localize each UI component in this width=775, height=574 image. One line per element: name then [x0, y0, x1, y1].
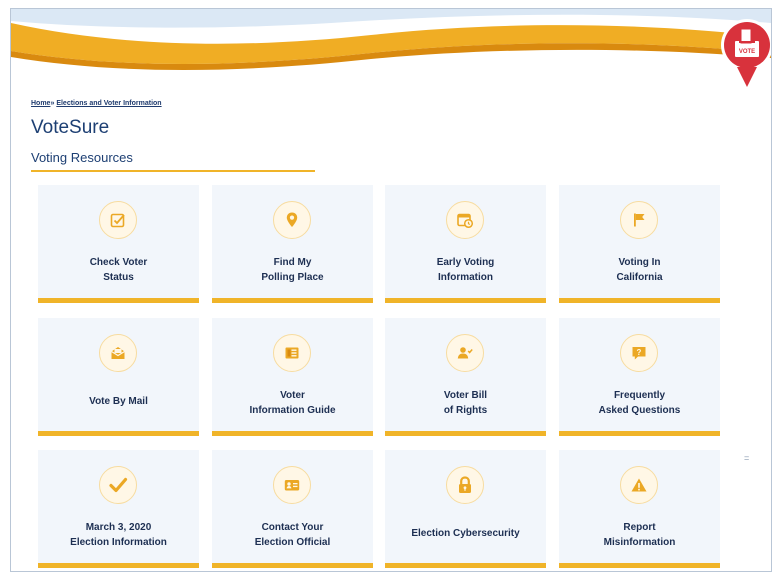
tile-voting-in-california[interactable]: Voting In California	[559, 185, 720, 303]
tile-label: Voter Information Guide	[249, 390, 336, 416]
tile-contact-election-official[interactable]: Contact Your Election Official	[212, 450, 373, 568]
page-frame: VOTE Home» Elections and Voter Informati…	[10, 8, 772, 572]
warning-icon	[620, 466, 658, 504]
section-underline	[31, 170, 315, 172]
tile-label: Contact Your Election Official	[254, 522, 331, 548]
tile-early-voting[interactable]: Early Voting Information	[385, 185, 546, 303]
checkbox-icon	[99, 201, 137, 239]
tile-label: Vote By Mail	[89, 396, 148, 407]
question-icon: ?	[620, 334, 658, 372]
tile-vote-by-mail[interactable]: Vote By Mail	[38, 318, 199, 436]
tile-voter-information-guide[interactable]: Voter Information Guide	[212, 318, 373, 436]
tile-label: Check Voter Status	[89, 257, 148, 283]
vote-badge-icon: VOTE	[721, 19, 771, 87]
scroll-indicator[interactable]: =	[744, 453, 749, 463]
tile-election-cybersecurity[interactable]: Election Cybersecurity	[385, 450, 546, 568]
badge-text: VOTE	[739, 49, 755, 55]
flag-icon	[620, 201, 658, 239]
tile-voter-bill-of-rights[interactable]: Voter Bill of Rights	[385, 318, 546, 436]
tile-check-voter-status[interactable]: Check Voter Status	[38, 185, 199, 303]
guide-book-icon	[273, 334, 311, 372]
tile-label: Voting In California	[616, 257, 663, 283]
envelope-icon	[99, 334, 137, 372]
lock-icon	[446, 466, 484, 504]
voter-person-icon	[446, 334, 484, 372]
page-title: VoteSure	[31, 117, 110, 138]
tile-label: Frequently Asked Questions	[598, 390, 681, 416]
tile-label: Election Cybersecurity	[411, 528, 520, 539]
calendar-clock-icon	[446, 201, 484, 239]
tile-label: Report Misinformation	[603, 522, 676, 548]
header-banner	[11, 9, 771, 79]
section-title: Voting Resources	[31, 150, 133, 165]
tile-label: Voter Bill of Rights	[443, 390, 488, 416]
id-card-icon	[273, 466, 311, 504]
svg-text:?: ?	[637, 348, 642, 357]
tile-march-2020-election[interactable]: March 3, 2020 Election Information	[38, 450, 199, 568]
tile-label: March 3, 2020 Election Information	[70, 522, 167, 548]
tile-report-misinformation[interactable]: Report Misinformation	[559, 450, 720, 568]
breadcrumb-home-link[interactable]: Home	[31, 100, 50, 107]
checkmark-icon	[99, 466, 137, 504]
tile-faq[interactable]: ? Frequently Asked Questions	[559, 318, 720, 436]
tile-label: Early Voting Information	[436, 257, 495, 283]
tile-label: Find My Polling Place	[261, 257, 324, 283]
breadcrumb-current-link[interactable]: Elections and Voter Information	[56, 100, 161, 107]
tile-find-polling-place[interactable]: Find My Polling Place	[212, 185, 373, 303]
breadcrumb-separator: »	[50, 100, 55, 107]
breadcrumb: Home» Elections and Voter Information	[31, 100, 162, 107]
location-pin-icon	[273, 201, 311, 239]
